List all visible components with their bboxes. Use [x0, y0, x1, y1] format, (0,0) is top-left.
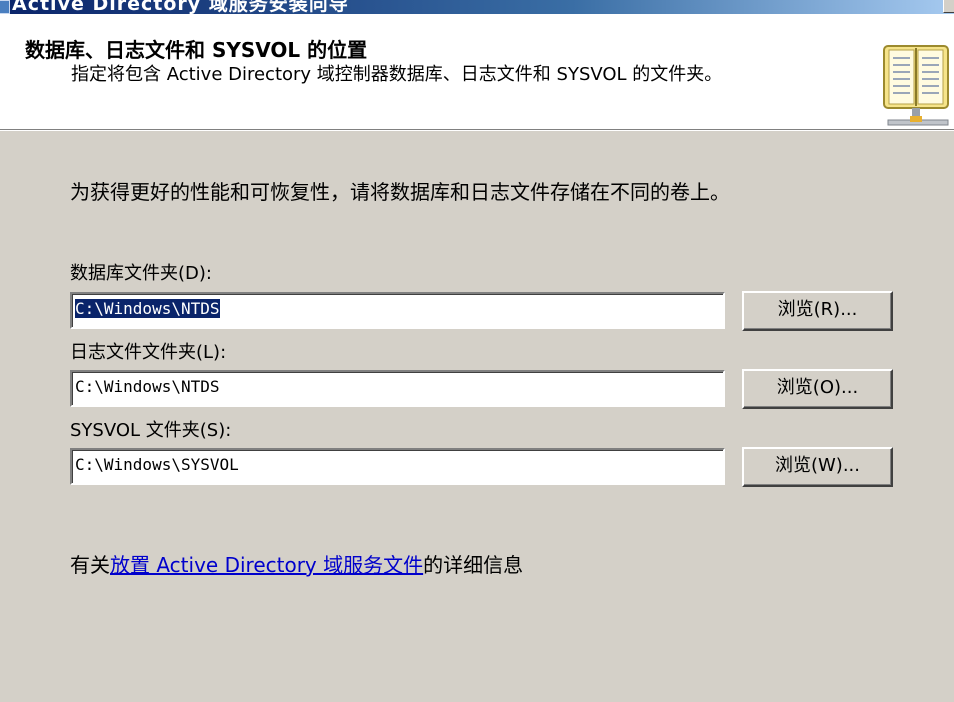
sysvol-folder-label: SYSVOL 文件夹(S): — [70, 420, 232, 441]
app-icon — [0, 0, 10, 14]
page-description: 指定将包含 Active Directory 域控制器数据库、日志文件和 SYS… — [71, 64, 723, 85]
log-browse-button[interactable]: 浏览(O)... — [742, 369, 893, 409]
window-title: Active Directory 域服务安装向导 — [12, 0, 349, 14]
log-folder-value: C:\Windows\NTDS — [75, 377, 220, 396]
sysvol-folder-input[interactable]: C:\Windows\SYSVOL — [70, 448, 725, 485]
sysvol-folder-value: C:\Windows\SYSVOL — [75, 455, 239, 474]
log-folder-label: 日志文件文件夹(L): — [70, 342, 227, 363]
database-folder-value: C:\Windows\NTDS — [75, 299, 220, 318]
log-folder-input[interactable]: C:\Windows\NTDS — [70, 370, 725, 407]
database-folder-input[interactable]: C:\Windows\NTDS — [70, 292, 725, 329]
database-folder-label: 数据库文件夹(D): — [70, 263, 212, 284]
more-info-line: 有关放置 Active Directory 域服务文件的详细信息 — [70, 549, 523, 578]
close-button[interactable] — [943, 0, 954, 13]
wizard-header: 数据库、日志文件和 SYSVOL 的位置 指定将包含 Active Direct… — [0, 14, 954, 129]
page-title: 数据库、日志文件和 SYSVOL 的位置 — [25, 38, 368, 62]
sysvol-browse-button[interactable]: 浏览(W)... — [742, 447, 893, 487]
info-prefix: 有关 — [70, 553, 110, 577]
performance-hint: 为获得更好的性能和可恢复性，请将数据库和日志文件存储在不同的卷上。 — [70, 180, 730, 204]
info-suffix: 的详细信息 — [423, 553, 524, 577]
book-icon — [883, 45, 949, 126]
more-info-link[interactable]: 放置 Active Directory 域服务文件 — [110, 553, 423, 577]
database-browse-button[interactable]: 浏览(R)... — [742, 291, 893, 331]
header-divider-highlight — [0, 130, 954, 131]
title-bar: Active Directory 域服务安装向导 — [0, 0, 954, 14]
